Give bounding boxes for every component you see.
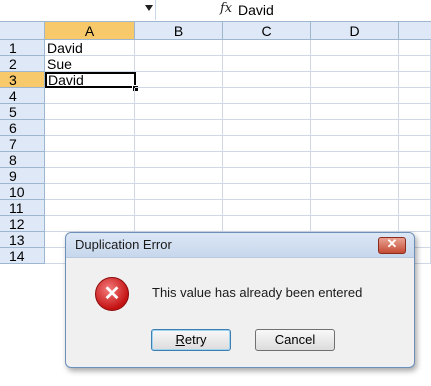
- grid-cell[interactable]: [399, 136, 431, 152]
- grid-cell[interactable]: [223, 216, 311, 232]
- formula-input[interactable]: David: [238, 2, 274, 18]
- row-header-2[interactable]: 2: [0, 56, 45, 72]
- grid-cell[interactable]: [399, 216, 431, 232]
- close-icon: ✕: [386, 236, 398, 251]
- row-header-13[interactable]: 13: [0, 232, 45, 248]
- row-header-8[interactable]: 8: [0, 152, 45, 168]
- row-header-6[interactable]: 6: [0, 120, 45, 136]
- grid-cell[interactable]: [399, 168, 431, 184]
- grid-cell[interactable]: [223, 168, 311, 184]
- grid-cell[interactable]: [311, 152, 399, 168]
- grid-cell[interactable]: [399, 184, 431, 200]
- grid-cell[interactable]: [223, 104, 311, 120]
- retry-button[interactable]: Retry: [151, 329, 231, 351]
- grid-cell[interactable]: [135, 72, 223, 88]
- grid-cell[interactable]: [399, 56, 431, 72]
- grid-cell[interactable]: [135, 216, 223, 232]
- grid-cell[interactable]: [45, 136, 135, 152]
- grid-cell[interactable]: [45, 168, 135, 184]
- grid-cell[interactable]: [311, 136, 399, 152]
- row-header-12[interactable]: 12: [0, 216, 45, 232]
- retry-accelerator: R: [175, 332, 185, 347]
- fx-icon[interactable]: fx: [220, 1, 232, 16]
- cancel-button[interactable]: Cancel: [255, 329, 335, 351]
- duplication-error-dialog: Duplication Error ✕ ✕ This value has alr…: [65, 232, 415, 368]
- row-header-1[interactable]: 1: [0, 40, 45, 56]
- grid-cell[interactable]: [135, 40, 223, 56]
- column-header-partial[interactable]: [399, 22, 431, 40]
- grid-cell[interactable]: [135, 120, 223, 136]
- grid-cell[interactable]: [135, 136, 223, 152]
- grid-cell[interactable]: [135, 200, 223, 216]
- grid-cell[interactable]: [311, 120, 399, 136]
- row-header-10[interactable]: 10: [0, 184, 45, 200]
- grid-cell[interactable]: [223, 184, 311, 200]
- grid-cell[interactable]: [223, 40, 311, 56]
- grid-cell[interactable]: [135, 56, 223, 72]
- row-header-14[interactable]: 14: [0, 248, 45, 264]
- grid-cell[interactable]: [45, 88, 135, 104]
- dialog-body: ✕ This value has already been entered Re…: [66, 258, 414, 366]
- grid-cell[interactable]: [135, 104, 223, 120]
- row-header-9[interactable]: 9: [0, 168, 45, 184]
- grid-cell[interactable]: [45, 184, 135, 200]
- grid-cell[interactable]: [311, 200, 399, 216]
- cell-a1[interactable]: David: [45, 40, 135, 56]
- dialog-titlebar[interactable]: Duplication Error ✕: [66, 233, 414, 258]
- grid-cell[interactable]: [223, 200, 311, 216]
- grid-cell[interactable]: [45, 152, 135, 168]
- grid-cell[interactable]: [223, 136, 311, 152]
- grid-cell[interactable]: [311, 40, 399, 56]
- select-all-corner[interactable]: [0, 22, 45, 40]
- grid-cell[interactable]: [311, 72, 399, 88]
- row-header-7[interactable]: 7: [0, 136, 45, 152]
- grid-cell[interactable]: [45, 200, 135, 216]
- row-header-11[interactable]: 11: [0, 200, 45, 216]
- row-header-5[interactable]: 5: [0, 104, 45, 120]
- grid-cell[interactable]: [45, 216, 135, 232]
- name-box[interactable]: [0, 0, 156, 20]
- grid-cell[interactable]: [399, 120, 431, 136]
- cell-a3[interactable]: David: [45, 72, 136, 88]
- column-header-c[interactable]: C: [223, 22, 311, 40]
- grid-cell[interactable]: [311, 168, 399, 184]
- grid-cell[interactable]: [223, 120, 311, 136]
- grid-cell[interactable]: [399, 152, 431, 168]
- grid-cell[interactable]: [223, 152, 311, 168]
- grid-cell[interactable]: [311, 184, 399, 200]
- grid-cell[interactable]: [223, 56, 311, 72]
- cell-a2[interactable]: Sue: [45, 56, 135, 72]
- grid-cell[interactable]: [311, 88, 399, 104]
- grid-cell[interactable]: [223, 72, 311, 88]
- formula-bar: fx David: [0, 0, 431, 22]
- column-header-a[interactable]: A: [45, 22, 135, 40]
- grid-cell[interactable]: [135, 88, 223, 104]
- grid-cell[interactable]: [45, 120, 135, 136]
- row-header-4[interactable]: 4: [0, 88, 45, 104]
- grid-cell[interactable]: [311, 56, 399, 72]
- grid-cell[interactable]: [399, 72, 431, 88]
- chevron-down-icon[interactable]: [145, 5, 153, 11]
- close-button[interactable]: ✕: [378, 236, 406, 254]
- retry-label: etry: [184, 332, 207, 347]
- row-header-3[interactable]: 3: [0, 72, 45, 88]
- grid-cell[interactable]: [399, 104, 431, 120]
- grid-cell[interactable]: [45, 104, 135, 120]
- error-icon: ✕: [95, 277, 129, 311]
- grid-cell[interactable]: [135, 168, 223, 184]
- dialog-title: Duplication Error: [75, 237, 172, 252]
- column-header-b[interactable]: B: [135, 22, 223, 40]
- grid-cell[interactable]: [135, 152, 223, 168]
- grid-cell[interactable]: [223, 88, 311, 104]
- dialog-message: This value has already been entered: [152, 285, 363, 300]
- grid-cell[interactable]: [135, 184, 223, 200]
- grid-cell[interactable]: [399, 40, 431, 56]
- grid-cell[interactable]: [399, 200, 431, 216]
- grid-cell[interactable]: [311, 104, 399, 120]
- grid-cell[interactable]: [399, 88, 431, 104]
- column-header-d[interactable]: D: [311, 22, 399, 40]
- grid-cell[interactable]: [311, 216, 399, 232]
